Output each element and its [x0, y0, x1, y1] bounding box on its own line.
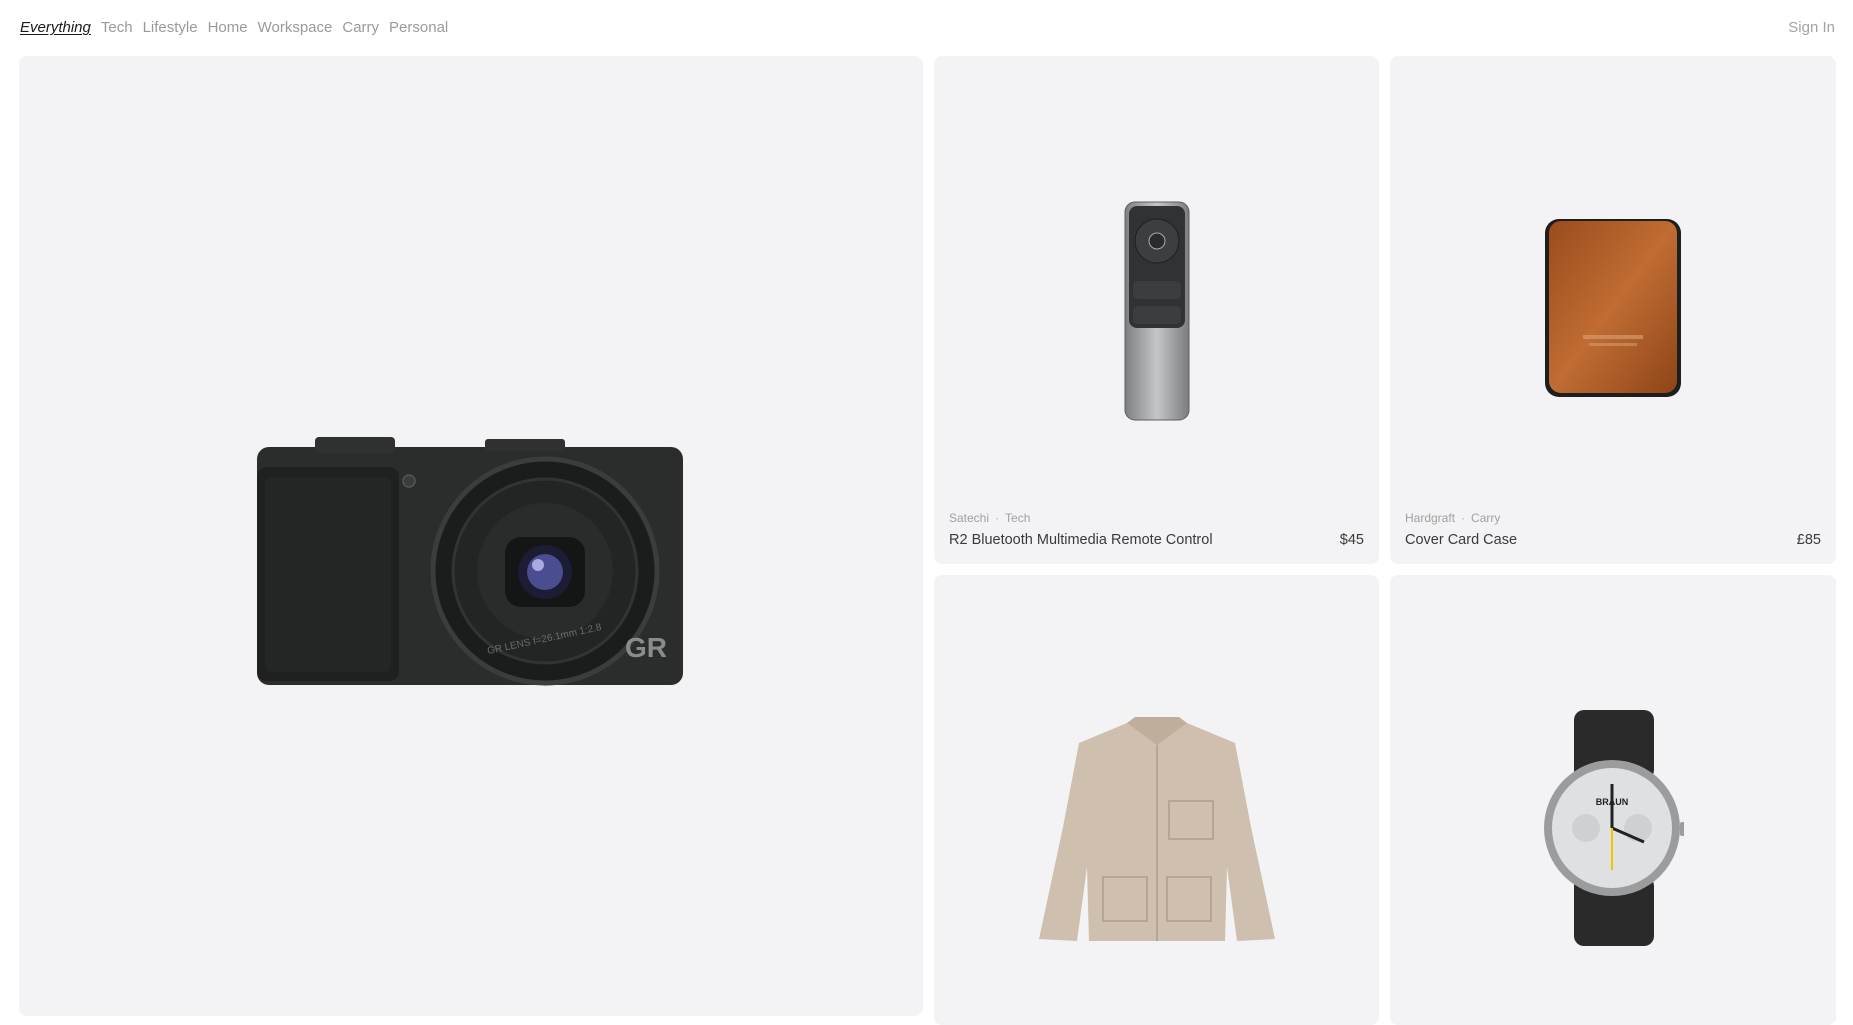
watch-brand-text: BRAUN: [1596, 797, 1629, 807]
camera-image: GR LENS f=26.1mm 1:2.8 GR: [257, 437, 683, 686]
product-category: Carry: [1471, 511, 1501, 525]
product-card-remote[interactable]: Satechi · Tech R2 Bluetooth Multimedia Rem…: [934, 56, 1379, 564]
nav-item-carry[interactable]: Carry: [342, 19, 379, 36]
nav-item-lifestyle[interactable]: Lifestyle: [143, 19, 198, 36]
nav-item-tech[interactable]: Tech: [101, 19, 133, 36]
product-card-camera[interactable]: GR LENS f=26.1mm 1:2.8 GR: [19, 56, 923, 1016]
separator-dot: ·: [1461, 511, 1466, 525]
product-brand: Satechi: [949, 511, 990, 525]
nav-item-personal[interactable]: Personal: [389, 19, 448, 36]
chore-jacket-image: [1039, 717, 1275, 941]
product-name: Cover Card Case: [1405, 532, 1518, 548]
product-meta: Satechi · Tech R2 Bluetooth Multimedia Rem…: [949, 511, 1364, 548]
product-brand: Hardgraft: [1405, 511, 1456, 525]
product-card-watch[interactable]: BRAUN: [1390, 575, 1836, 1025]
remote-control-image: [1124, 201, 1190, 421]
top-navigation: Everything Tech Lifestyle Home Workspace…: [0, 0, 1853, 56]
chronograph-watch-image: BRAUN: [1544, 710, 1684, 946]
product-card-jacket[interactable]: [934, 575, 1379, 1025]
product-category: Tech: [1005, 511, 1031, 525]
product-price: £85: [1796, 532, 1821, 548]
category-nav: Everything Tech Lifestyle Home Workspace…: [20, 19, 448, 36]
product-card-card-case[interactable]: Hardgraft · Carry Cover Card Case £85: [1390, 56, 1836, 564]
camera-badge-text: GR: [625, 632, 667, 663]
leather-card-case-image: [1545, 219, 1681, 397]
product-price: $45: [1339, 532, 1364, 548]
product-meta: Hardgraft · Carry Cover Card Case £85: [1405, 511, 1821, 548]
sign-in-link[interactable]: Sign In: [1788, 19, 1835, 36]
nav-item-everything[interactable]: Everything: [20, 19, 91, 36]
nav-item-home[interactable]: Home: [208, 19, 248, 36]
separator-dot: ·: [995, 511, 1000, 525]
product-name: R2 Bluetooth Multimedia Remote Control: [949, 532, 1213, 548]
nav-item-workspace[interactable]: Workspace: [258, 19, 333, 36]
